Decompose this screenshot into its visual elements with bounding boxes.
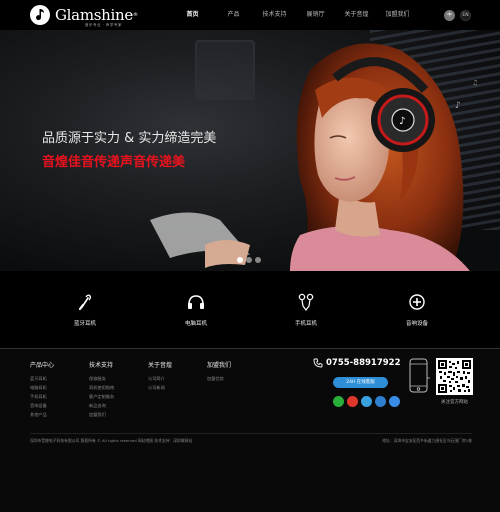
nav-about[interactable]: 关于音煌 [336, 0, 377, 30]
svg-text:♪: ♪ [399, 116, 405, 127]
logo[interactable]: Glamshine® 音乐专业 · 声学专家 [30, 4, 138, 27]
music-note-logo-icon [30, 5, 50, 25]
weibo-icon[interactable] [347, 396, 358, 407]
carousel-dot-2[interactable] [246, 257, 252, 263]
footer-col-products: 产品中心 蓝牙耳机 电脑耳机 手机耳机 音响设备 其他产品 [30, 360, 54, 419]
footer-link[interactable]: 耳机使用指南 [89, 383, 114, 392]
category-pc-headphones[interactable]: 电脑耳机 [166, 291, 226, 327]
footer-col-title: 产品中心 [30, 362, 55, 369]
footer-col-join: 加盟我们 加盟优势 [207, 360, 231, 383]
banner-slogan-primary: 品质源于实力 & 实力缔造完美 [42, 131, 217, 146]
header: Glamshine® 音乐专业 · 声学专家 首页 产品 技术支持 展销厅 关于… [0, 0, 500, 30]
woman-with-headphones-image: ♪ ♪ ♫ [150, 43, 478, 271]
carousel-dot-1[interactable] [237, 257, 243, 263]
qq-zone-icon[interactable] [389, 396, 400, 407]
footer-link[interactable]: 手机耳机 [30, 392, 54, 401]
copyright-text: 深圳市音煌电子科技有限公司 版权所有 © All rights reserved… [30, 438, 193, 443]
category-label: 音响设备 [405, 321, 428, 327]
category-audio-equipment[interactable]: 音响设备 [387, 291, 447, 327]
nav-home[interactable]: 首页 [172, 0, 213, 30]
divider [30, 433, 472, 434]
footer-link[interactable]: 电脑耳机 [30, 383, 54, 392]
hero-banner[interactable]: ♪ ♪ ♫ 品质源于实力 & 实力缔造完美 音煌佳音传递声音传递美 [0, 30, 500, 271]
mobile-phone-icon [409, 358, 430, 393]
earphone-icon [276, 291, 336, 313]
category-bluetooth-headphones[interactable]: 蓝牙耳机 [55, 291, 115, 327]
footer-link[interactable]: 加盟我们 [89, 410, 114, 419]
social-links [333, 396, 400, 407]
footer-link[interactable]: 公司新闻 [148, 383, 172, 392]
footer-link[interactable]: 保修服务 [89, 374, 114, 383]
qr-code [436, 358, 473, 395]
svg-text:♪: ♪ [455, 101, 461, 111]
footer-link[interactable]: 音响设备 [30, 401, 54, 410]
nav-tech-support[interactable]: 技术支持 [254, 0, 295, 30]
address-text: 地址：深圳市宝安区西乡街道九围社区乌石围厂房1栋 [382, 438, 472, 443]
carousel-dots [237, 257, 261, 263]
qr-caption: 关注官方网站 [441, 400, 468, 405]
category-mobile-earphones[interactable]: 手机耳机 [276, 291, 336, 327]
category-label: 蓝牙耳机 [73, 321, 96, 327]
footer-link[interactable]: 客户定制服务 [89, 392, 114, 401]
headphone-icon [166, 291, 226, 313]
footer-col-title: 关于音煌 [148, 362, 173, 369]
footer-col-title: 加盟我们 [207, 362, 232, 369]
bluetooth-headphone-icon [55, 291, 115, 313]
main-nav: 首页 产品 技术支持 展销厅 关于音煌 加盟我们 [172, 0, 418, 30]
nav-products[interactable]: 产品 [213, 0, 254, 30]
footer-col-about: 关于音煌 公司简介 公司新闻 [148, 360, 172, 392]
linkedin-icon[interactable] [375, 396, 386, 407]
footer-col-support: 技术支持 保修服务 耳机使用指南 客户定制服务 新品咨询 加盟我们 [89, 360, 114, 419]
online-service-button[interactable]: 24H 在线客服 [333, 377, 388, 388]
category-label: 手机耳机 [294, 321, 317, 327]
nav-join[interactable]: 加盟我们 [377, 0, 418, 30]
logo-text: Glamshine® [55, 5, 138, 24]
qq-icon[interactable] [361, 396, 372, 407]
lang-cn-button[interactable]: 中 [444, 10, 455, 21]
lang-en-button[interactable]: EN [460, 10, 471, 21]
svg-text:♫: ♫ [472, 79, 478, 87]
footer-link[interactable]: 加盟优势 [207, 374, 231, 383]
footer: 产品中心 蓝牙耳机 电脑耳机 手机耳机 音响设备 其他产品 技术支持 保修服务 … [0, 349, 500, 512]
phone-number[interactable]: 0755-88917922 [326, 358, 401, 368]
logo-slogan: 音乐专业 · 声学专家 [85, 23, 122, 27]
footer-link[interactable]: 新品咨询 [89, 401, 114, 410]
product-categories: 蓝牙耳机 电脑耳机 手机耳机 音响设备 [0, 271, 500, 348]
carousel-dot-3[interactable] [255, 257, 261, 263]
footer-link[interactable]: 其他产品 [30, 410, 54, 419]
wechat-icon[interactable] [333, 396, 344, 407]
hotline: 0755-88917922 [313, 358, 401, 368]
plus-icon [387, 291, 447, 313]
footer-link[interactable]: 蓝牙耳机 [30, 374, 54, 383]
footer-link[interactable]: 公司简介 [148, 374, 172, 383]
phone-icon [313, 358, 323, 368]
footer-col-title: 技术支持 [89, 362, 114, 369]
nav-showroom[interactable]: 展销厅 [295, 0, 336, 30]
banner-slogan-secondary: 音煌佳音传递声音传递美 [42, 155, 186, 170]
category-label: 电脑耳机 [184, 321, 207, 327]
